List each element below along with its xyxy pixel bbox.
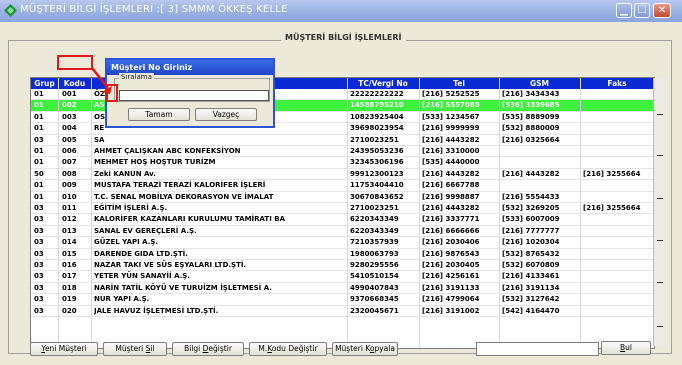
highlight-input [106, 84, 118, 102]
col-divider [419, 78, 420, 348]
col-header-gsm[interactable]: GSM [499, 78, 580, 89]
table-row[interactable]: 03 019 NUR YAPI A.Ş. 9370668345 [216] 479906… [31, 294, 654, 306]
col-header-vergi[interactable]: TC/Vergi No [347, 78, 419, 89]
table-row[interactable]: 03 015 DARENDE GIDA LTD.ŞTİ. 1980063793 [216… [31, 249, 654, 260]
scroll-tick [657, 240, 663, 241]
scroll-tick [657, 326, 663, 327]
table-row[interactable]: 03 017 YETER YÜN SANAYİİ A.Ş. 5410510154 [21… [31, 271, 654, 283]
search-input[interactable] [476, 342, 599, 356]
ok-button[interactable]: Tamam [128, 108, 190, 121]
find-button[interactable]: Bul [601, 341, 651, 355]
table-row[interactable]: 01 009 MUSTAFA TERAZİ TERAZİ KALORİFER İŞL… [31, 180, 654, 192]
main-window: MÜŞTERİ BİLGİ İŞLEMLERİ :[ 3] SMMM ÖKKEŞ… [0, 0, 682, 365]
group-title: MÜŞTERİ BİLGİ İŞLEMLERİ [281, 33, 406, 42]
customer-number-dialog: Müşteri No Giriniz Sıralama Tamam Vazgeç [105, 58, 275, 128]
maximize-button[interactable]: ☐ [634, 3, 650, 18]
row-divider [31, 315, 654, 317]
scroll-tick [657, 198, 663, 199]
col-header-tel[interactable]: Tel [419, 78, 499, 89]
scroll-tick [657, 282, 663, 283]
window-title: MÜŞTERİ BİLGİ İŞLEMLERİ :[ 3] SMMM ÖKKEŞ… [20, 4, 288, 15]
col-header-kodu[interactable]: Kodu [58, 78, 91, 89]
table-row[interactable]: 01 007 MEHMET HOŞ HOŞTUR TURİZM 32345306196… [31, 157, 654, 169]
table-row[interactable]: 03 018 NARİN TATİL KÖYÜ VE TURUİZM İŞLETME… [31, 283, 654, 295]
col-divider [347, 78, 348, 348]
close-button[interactable]: ✕ [653, 3, 671, 18]
col-header-grup[interactable]: Grup [31, 78, 58, 89]
change-code-button[interactable]: M.Kodu Değiştir [249, 342, 327, 356]
col-divider [580, 78, 581, 348]
edit-info-button[interactable]: Bilgi Değiştir [172, 342, 244, 356]
table-row[interactable]: 03 011 EĞİTİM İŞLERİ A.Ş. 2710023251 [216] 4… [31, 203, 654, 215]
table-row[interactable]: 01 010 T.C. SENAL MOBİLYA DEKORASYON VE İ… [31, 192, 654, 203]
col-header-faks[interactable]: Faks [580, 78, 654, 89]
app-icon [4, 4, 17, 17]
table-row[interactable]: 03 012 KALORİFER KAZANLARI KURULUMU TAMİRA… [31, 214, 654, 226]
col-divider [58, 78, 59, 348]
minimize-icon: ▁ [620, 5, 628, 16]
scroll-tick [657, 114, 663, 115]
minimize-button[interactable]: ▁ [616, 3, 632, 18]
table-row[interactable]: 03 020 JALE HAVUZ İŞLETMESİ LTD.ŞTİ. 232004… [31, 306, 654, 317]
table-row[interactable]: 03 014 GÜZEL YAPI A.Ş. 7210357939 [216] 2030… [31, 237, 654, 249]
table-row[interactable]: 50 008 Zeki KANUN Av. 99912300123 [216] 4443… [31, 169, 654, 181]
table-row[interactable]: 03 016 NAZAR TAKI VE SÜS EŞYALARI LTD.ŞTİ.… [31, 260, 654, 272]
highlight-column-header [57, 55, 93, 70]
close-icon: ✕ [657, 5, 667, 16]
vertical-scrollbar[interactable] [653, 78, 667, 346]
new-customer-button[interactable]: Yeni Müşteri [30, 342, 98, 356]
table-row[interactable]: 01 006 AHMET ÇALIŞKAN ABC KONFEKSİYON 24395… [31, 146, 654, 158]
title-bar[interactable]: MÜŞTERİ BİLGİ İŞLEMLERİ :[ 3] SMMM ÖKKEŞ… [0, 0, 682, 22]
maximize-icon: ☐ [637, 5, 647, 16]
col-divider [91, 78, 92, 348]
scroll-tick [657, 155, 663, 156]
table-row[interactable]: 03 005 SA 2710023251 [216] 4443282 [216] 0325… [31, 135, 654, 146]
cancel-button[interactable]: Vazgeç [195, 108, 257, 121]
table-row[interactable]: 03 013 SANAL EV GEREÇLERİ A.Ş. 6220343349 [2… [31, 226, 654, 238]
col-divider [499, 78, 500, 348]
copy-customer-button[interactable]: Müşteri Kopyala [332, 342, 398, 356]
customer-number-input[interactable] [119, 90, 269, 101]
delete-customer-button[interactable]: Müşteri Sil [103, 342, 167, 356]
